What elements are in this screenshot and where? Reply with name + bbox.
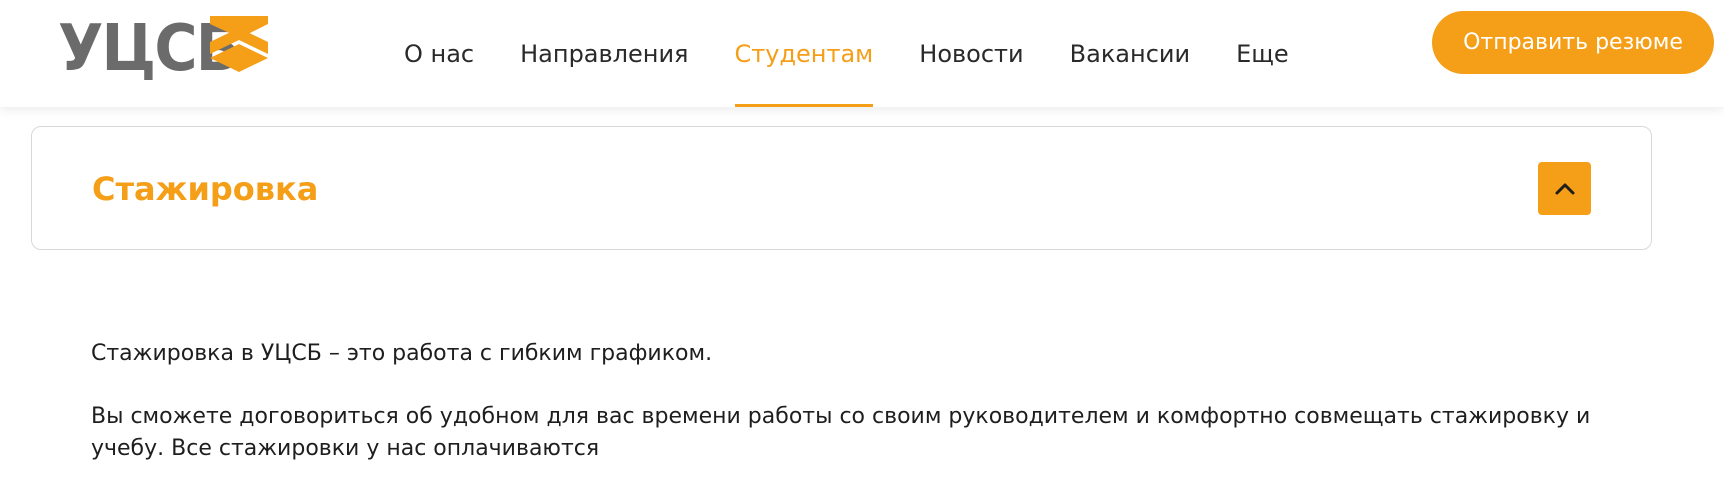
content-paragraph: Стажировка в УЦСБ – это работа с гибким …	[91, 341, 713, 366]
nav-item-directions[interactable]: Направления	[520, 0, 688, 107]
internship-content: Стажировка в УЦСБ – это работа с гибким …	[91, 338, 1611, 465]
send-resume-button[interactable]: Отправить резюме	[1432, 11, 1714, 74]
nav-item-students[interactable]: Студентам	[734, 0, 873, 107]
site-header: УЦСБ О нас Направления Студентам Новости…	[0, 0, 1724, 107]
nav-item-about[interactable]: О нас	[404, 0, 474, 107]
logo-mark-icon	[210, 16, 268, 72]
main-nav: О нас Направления Студентам Новости Вака…	[404, 0, 1289, 107]
internship-accordion: Стажировка	[31, 126, 1652, 250]
nav-item-more[interactable]: Еще	[1236, 0, 1289, 107]
nav-item-news[interactable]: Новости	[919, 0, 1023, 107]
accordion-toggle-button[interactable]	[1538, 162, 1591, 215]
content-paragraph: Вы сможете договориться об удобном для в…	[91, 404, 1591, 461]
nav-item-vacancies[interactable]: Вакансии	[1070, 0, 1190, 107]
logo[interactable]: УЦСБ	[58, 14, 268, 84]
accordion-title[interactable]: Стажировка	[92, 127, 318, 251]
chevron-up-icon	[1555, 183, 1574, 194]
